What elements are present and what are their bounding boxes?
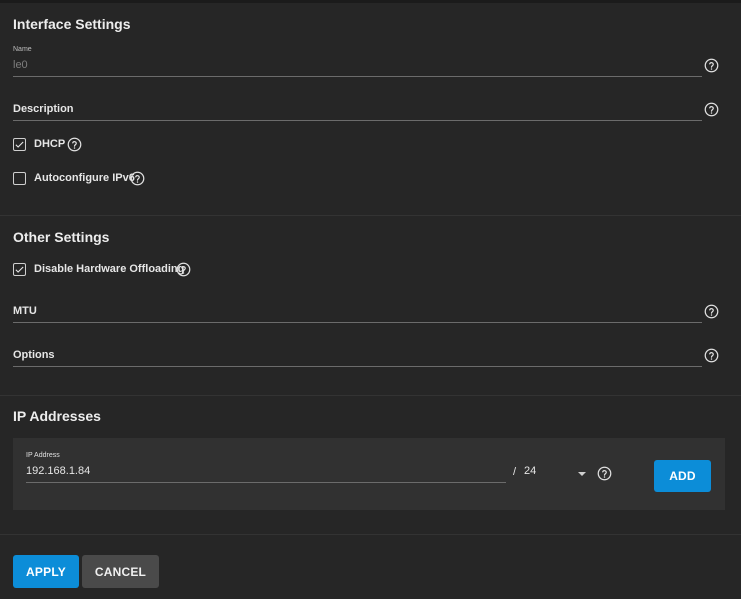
autoconfigure-ipv6-checkbox[interactable] <box>13 172 26 185</box>
description-field[interactable]: Description <box>13 103 74 115</box>
dhcp-label: DHCP <box>34 138 66 150</box>
name-value: le0 <box>13 59 28 71</box>
ip-address-label: IP Address <box>26 452 60 459</box>
section-divider <box>0 534 741 535</box>
mtu-help-icon[interactable] <box>704 304 719 319</box>
options-help-icon[interactable] <box>704 348 719 363</box>
top-border <box>0 0 741 3</box>
cancel-button[interactable]: CANCEL <box>82 555 159 588</box>
disable-hardware-offloading-help-icon[interactable] <box>176 262 191 277</box>
other-settings-title: Other Settings <box>13 229 110 245</box>
add-ip-button[interactable]: ADD <box>654 460 711 492</box>
description-help-icon[interactable] <box>704 102 719 117</box>
netmask-select[interactable]: 24 <box>524 465 536 477</box>
section-divider <box>0 395 741 396</box>
name-underline <box>13 76 702 77</box>
autoconfigure-ipv6-help-icon[interactable] <box>130 171 145 186</box>
ip-address-input[interactable]: 192.168.1.84 <box>26 465 90 477</box>
name-label: Name <box>13 46 32 53</box>
options-underline <box>13 366 702 367</box>
disable-hardware-offloading-checkbox[interactable] <box>13 263 26 276</box>
section-divider <box>0 215 741 216</box>
mtu-underline <box>13 322 702 323</box>
dhcp-checkbox[interactable] <box>13 138 26 151</box>
ip-address-help-icon[interactable] <box>597 466 612 481</box>
description-underline <box>13 120 702 121</box>
netmask-slash: / <box>513 466 517 478</box>
disable-hardware-offloading-label: Disable Hardware Offloading <box>34 263 185 275</box>
check-icon <box>15 141 24 148</box>
interface-settings-title: Interface Settings <box>13 16 131 32</box>
ip-address-underline <box>26 482 506 483</box>
apply-button[interactable]: APPLY <box>13 555 79 588</box>
ip-address-card <box>13 438 725 510</box>
chevron-down-icon[interactable] <box>578 472 586 476</box>
options-field[interactable]: Options <box>13 349 55 361</box>
check-icon <box>15 266 24 273</box>
name-help-icon[interactable] <box>704 58 719 73</box>
autoconfigure-ipv6-label: Autoconfigure IPv6 <box>34 172 135 184</box>
dhcp-help-icon[interactable] <box>67 137 82 152</box>
mtu-field[interactable]: MTU <box>13 305 37 317</box>
ip-addresses-title: IP Addresses <box>13 408 101 424</box>
